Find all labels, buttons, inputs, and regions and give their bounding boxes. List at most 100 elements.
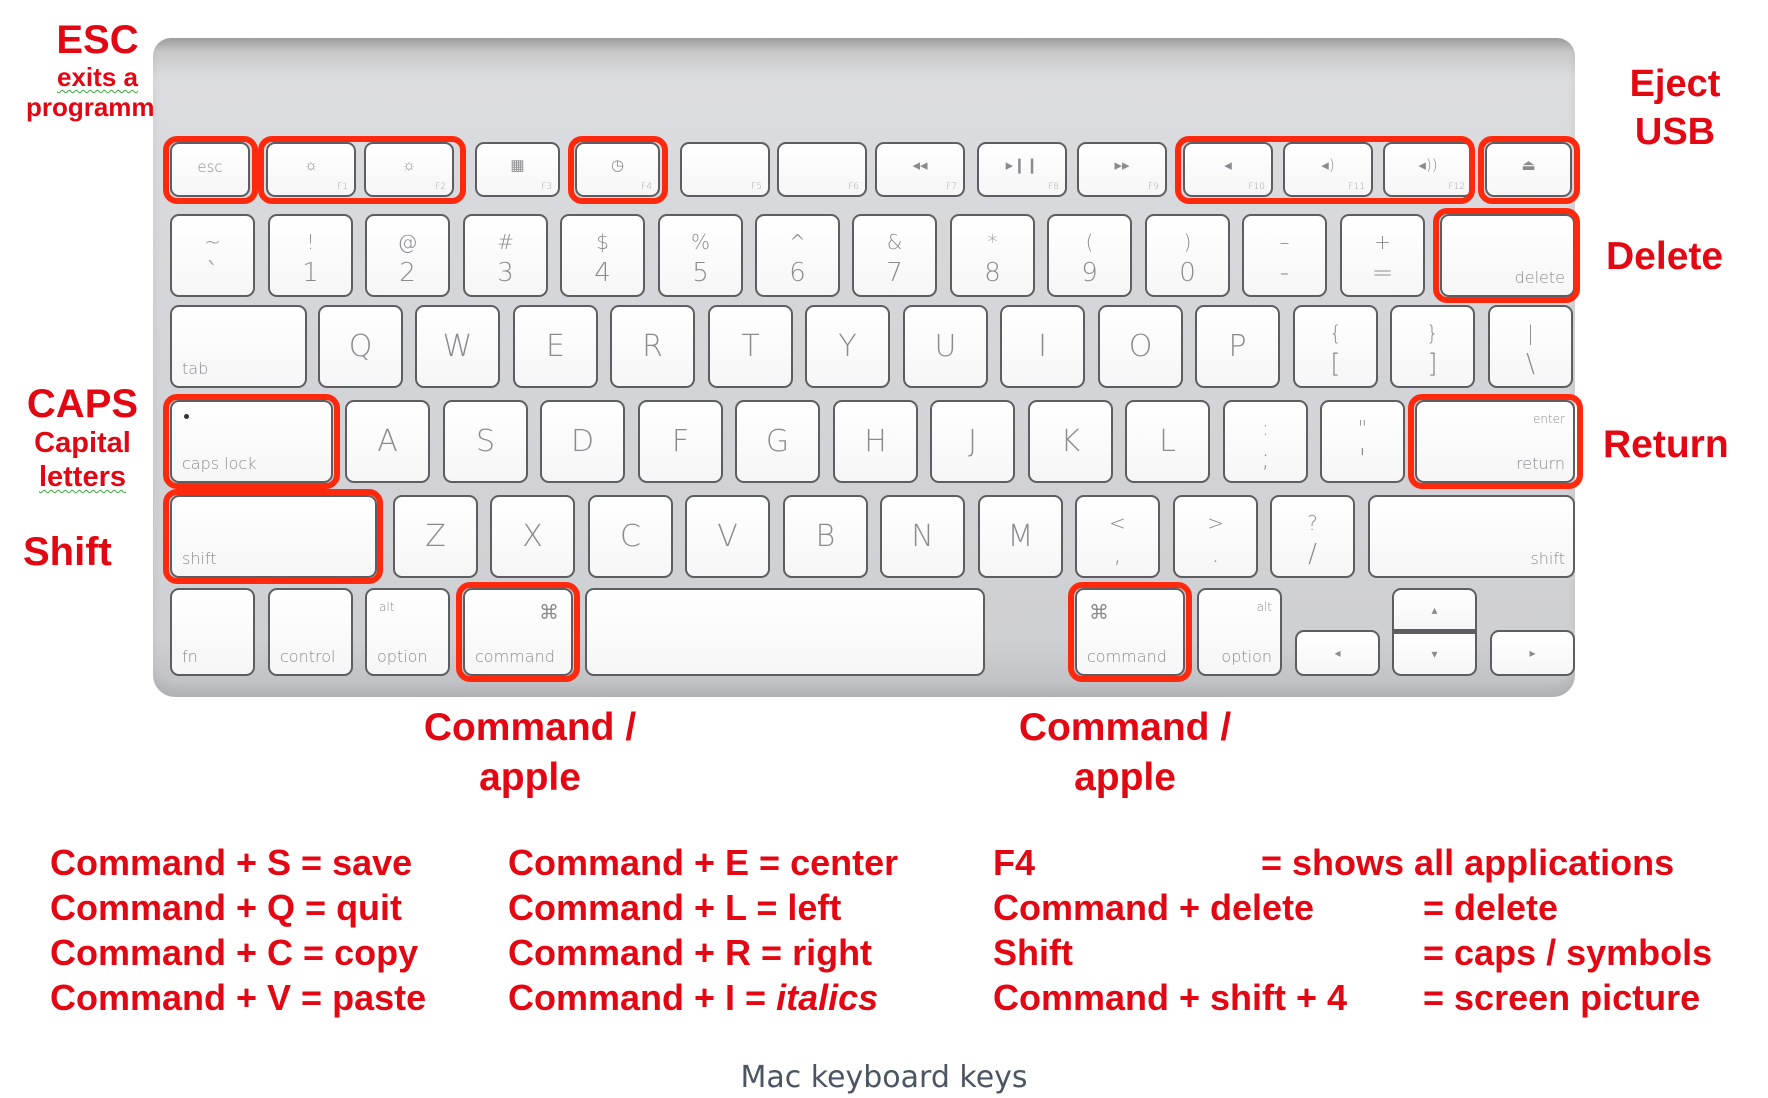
key-o[interactable]: O [1098, 305, 1183, 388]
key-5[interactable]: % 5 [658, 214, 743, 297]
key-t-label: T [741, 329, 760, 364]
key-f7[interactable]: ◂◂ F7 [875, 142, 965, 197]
key--[interactable]: – - [1242, 214, 1327, 297]
key-y[interactable]: Y [805, 305, 890, 388]
key-f1[interactable]: ☼ F1 [266, 142, 356, 197]
key-v[interactable]: V [685, 495, 770, 578]
key-e[interactable]: E [513, 305, 598, 388]
key-n[interactable]: N [880, 495, 965, 578]
key-m[interactable]: M [978, 495, 1063, 578]
key-f1-fn-label: F1 [337, 182, 348, 192]
shortcut-screenshot: Command + shift + 4 = screen picture [993, 975, 1712, 1020]
key-d[interactable]: D [540, 400, 625, 483]
key-l[interactable]: L [1125, 400, 1210, 483]
left-command-key[interactable]: ⌘ command [463, 588, 573, 676]
tab-key[interactable]: tab [170, 305, 307, 388]
key-f2[interactable]: ☼ F2 [364, 142, 454, 197]
key-.[interactable]: >. [1173, 495, 1258, 578]
right-shift-key[interactable]: shift [1368, 495, 1575, 578]
key-g[interactable]: G [735, 400, 820, 483]
key-j-label: J [968, 424, 977, 459]
fn-key[interactable]: fn [170, 588, 255, 676]
control-key[interactable]: control [268, 588, 353, 676]
key-0[interactable]: ) 0 [1145, 214, 1230, 297]
caps-lock-key[interactable]: caps lock [170, 400, 333, 483]
shortcut-paste: Command + V = paste [50, 977, 427, 1018]
key-6[interactable]: ^ 6 [755, 214, 840, 297]
key-1[interactable]: ! 1 [268, 214, 353, 297]
left-arrow-key[interactable]: ◂ [1295, 630, 1380, 676]
key-h-label: H [864, 424, 887, 459]
key-,[interactable]: <, [1075, 495, 1160, 578]
key-c[interactable]: C [588, 495, 673, 578]
key-h[interactable]: H [833, 400, 918, 483]
key-=[interactable]: + = [1340, 214, 1425, 297]
shortcut-save: Command + S = save [50, 842, 413, 883]
key-a[interactable]: A [345, 400, 430, 483]
key-r[interactable]: R [610, 305, 695, 388]
left-option-key[interactable]: alt option [365, 588, 450, 676]
shortcut-shift: Shift = caps / symbols [993, 930, 1712, 975]
key-f12[interactable]: ◂)) F12 [1383, 142, 1473, 197]
key-\[interactable]: | \ [1488, 305, 1573, 388]
space-bar[interactable] [585, 588, 985, 676]
key-5-shift-label: % [690, 230, 710, 254]
key-f11[interactable]: ◂) F11 [1283, 142, 1373, 197]
key-f3[interactable]: ▦ F3 [475, 142, 560, 197]
key-f6[interactable]: F6 [777, 142, 867, 197]
right-arrow-key[interactable]: ▸ [1490, 630, 1575, 676]
key-z-label: Z [425, 519, 446, 554]
eject-key[interactable]: ⏏ [1485, 142, 1572, 197]
key---shift-label: – [1279, 230, 1290, 254]
return-key[interactable]: enter return [1415, 400, 1575, 483]
key-;[interactable]: :; [1223, 400, 1308, 483]
key-f[interactable]: F [638, 400, 723, 483]
right-command-key[interactable]: ⌘ command [1075, 588, 1185, 676]
key-8[interactable]: * 8 [950, 214, 1035, 297]
caps-annotation-title: CAPS [26, 382, 139, 426]
key-7-label: 7 [886, 258, 903, 288]
key-f8[interactable]: ▸❙❙ F8 [977, 142, 1067, 197]
key-9[interactable]: (9 [1047, 214, 1132, 297]
key-f9[interactable]: ▸▸ F9 [1077, 142, 1167, 197]
key-p[interactable]: P [1195, 305, 1280, 388]
key-j[interactable]: J [930, 400, 1015, 483]
up-arrow-key[interactable]: ▴ [1392, 588, 1477, 632]
key-6-label: 6 [789, 258, 806, 288]
caps-annotation-line2-text: letters [38, 461, 127, 493]
key-i[interactable]: I [1000, 305, 1085, 388]
left-shift-key[interactable]: shift [170, 495, 377, 578]
esc-key[interactable]: esc [170, 142, 250, 197]
right-option-key[interactable]: alt option [1197, 588, 1282, 676]
key-2[interactable]: @2 [365, 214, 450, 297]
delete-key[interactable]: delete [1440, 214, 1575, 297]
key-4[interactable]: $4 [560, 214, 645, 297]
shortcut-delete-action: = delete [1423, 887, 1559, 928]
key-z[interactable]: Z [393, 495, 478, 578]
key-w[interactable]: W [415, 305, 500, 388]
key-9-shift-label: ( [1085, 230, 1094, 254]
shortcut-left: Command + L = left [508, 885, 898, 930]
key-f10[interactable]: ◂ F10 [1183, 142, 1273, 197]
key-[[interactable]: {[ [1293, 305, 1378, 388]
key-3[interactable]: #3 [463, 214, 548, 297]
left-command-key-label: command [475, 647, 555, 666]
key-7[interactable]: & 7 [852, 214, 937, 297]
down-arrow-key[interactable]: ▾ [1392, 632, 1477, 676]
key-u[interactable]: U [903, 305, 988, 388]
key-f5[interactable]: F5 [680, 142, 770, 197]
key-\-shift-label: | [1527, 321, 1534, 345]
key-s[interactable]: S [443, 400, 528, 483]
key-b[interactable]: B [783, 495, 868, 578]
key-/[interactable]: ? / [1270, 495, 1355, 578]
key-q[interactable]: Q [318, 305, 403, 388]
key-t[interactable]: T [708, 305, 793, 388]
key-k[interactable]: K [1028, 400, 1113, 483]
key-f4[interactable]: ◷ F4 [575, 142, 660, 197]
dashboard-icon: ◷ [610, 156, 625, 174]
key-x[interactable]: X [490, 495, 575, 578]
key-'[interactable]: " ' [1320, 400, 1405, 483]
key-][interactable]: }] [1390, 305, 1475, 388]
key-`[interactable]: ~ ` [170, 214, 255, 297]
caps-lock-indicator [184, 414, 189, 419]
